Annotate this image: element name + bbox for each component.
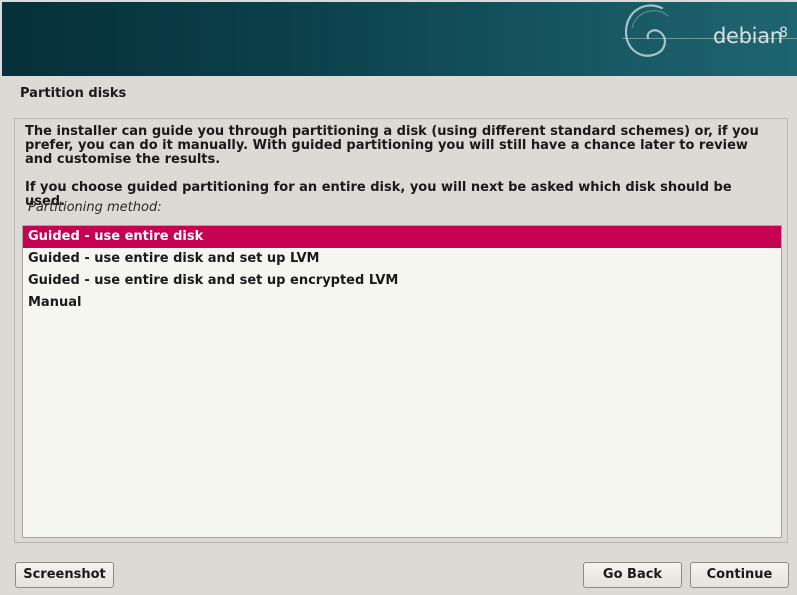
- debian-banner: debian 8: [2, 2, 797, 76]
- content-panel: The installer can guide you through part…: [14, 118, 788, 543]
- go-back-button[interactable]: Go Back: [583, 562, 682, 588]
- option-guided-lvm[interactable]: Guided - use entire disk and set up LVM: [23, 248, 781, 270]
- description-text: The installer can guide you through part…: [25, 124, 759, 167]
- brand-version: 8: [779, 25, 788, 41]
- partitioning-method-label: Partitioning method:: [28, 200, 162, 215]
- option-manual[interactable]: Manual: [23, 292, 781, 314]
- brand-name: debian: [713, 24, 783, 48]
- partitioning-method-list[interactable]: Guided - use entire disk Guided - use en…: [22, 225, 782, 538]
- screenshot-button[interactable]: Screenshot: [15, 562, 114, 588]
- page-title: Partition disks: [20, 86, 127, 101]
- option-guided-entire-disk[interactable]: Guided - use entire disk: [23, 226, 781, 248]
- installer-window: debian 8 Partition disks The installer c…: [0, 0, 797, 595]
- debian-swirl-icon: [624, 4, 669, 57]
- option-guided-encrypted-lvm[interactable]: Guided - use entire disk and set up encr…: [23, 270, 781, 292]
- continue-button[interactable]: Continue: [690, 562, 789, 588]
